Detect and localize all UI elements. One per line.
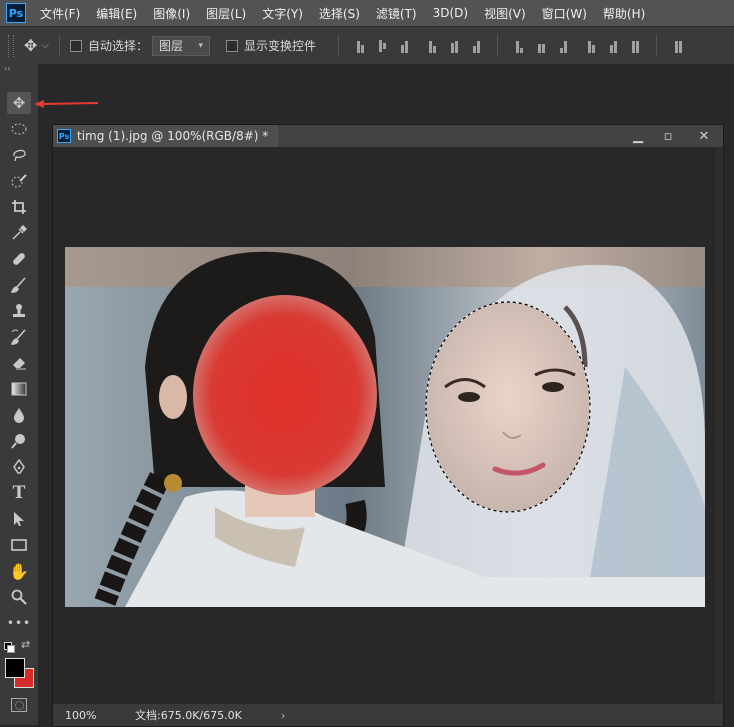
align-right-icon[interactable] xyxy=(469,39,483,53)
tools-panel: ›› ✥ T ✋ ••• ⇄ xyxy=(0,64,39,725)
move-tool-preset-icon[interactable]: ✥ xyxy=(24,36,37,55)
divider xyxy=(338,34,340,57)
canvas-image[interactable] xyxy=(65,247,705,607)
auto-select-value: 图层 xyxy=(159,39,184,53)
elliptical-marquee-tool-icon[interactable] xyxy=(7,118,31,140)
align-top-icon[interactable] xyxy=(353,39,367,53)
hand-tool-icon[interactable]: ✋ xyxy=(7,560,31,582)
foreground-color-swatch[interactable] xyxy=(5,658,25,678)
align-hcenter-icon[interactable] xyxy=(447,39,461,53)
quick-selection-tool-icon[interactable] xyxy=(7,170,31,192)
status-bar: 100% 文档:675.0K/675.0K › xyxy=(53,704,723,726)
zoom-tool-icon[interactable] xyxy=(7,586,31,608)
eraser-tool-icon[interactable] xyxy=(7,352,31,374)
rectangle-tool-icon[interactable] xyxy=(7,534,31,556)
menu-bar: Ps 文件(F) 编辑(E) 图像(I) 图层(L) 文字(Y) 选择(S) 滤… xyxy=(0,0,734,26)
eyedropper-tool-icon[interactable] xyxy=(7,222,31,244)
menu-select[interactable]: 选择(S) xyxy=(319,5,360,22)
menu-type[interactable]: 文字(Y) xyxy=(262,5,303,22)
options-bar: ✥ ⌵ 自动选择： 图层 ▾ 显示变换控件 xyxy=(0,27,734,65)
blur-tool-icon[interactable] xyxy=(7,404,31,426)
distribute-right-icon[interactable] xyxy=(628,39,642,53)
options-bar-grip[interactable] xyxy=(8,34,14,57)
menu-layer[interactable]: 图层(L) xyxy=(206,5,246,22)
type-tool-icon[interactable]: T xyxy=(7,482,31,504)
more-tools-icon[interactable]: ••• xyxy=(7,612,31,634)
path-selection-tool-icon[interactable] xyxy=(7,508,31,530)
status-menu-arrow-icon[interactable]: › xyxy=(281,709,285,722)
divider xyxy=(497,34,499,57)
healing-brush-tool-icon[interactable] xyxy=(7,248,31,270)
quick-mask-icon[interactable] xyxy=(11,698,27,712)
menu-image[interactable]: 图像(I) xyxy=(153,5,190,22)
divider xyxy=(656,34,658,57)
annotation-arrow xyxy=(34,100,99,108)
document-tab-title: timg (1).jpg @ 100%(RGB/8#) * xyxy=(77,129,269,143)
vertical-scrollbar[interactable] xyxy=(715,147,723,702)
distribute-left-icon[interactable] xyxy=(584,39,598,53)
swap-colors-icon[interactable]: ⇄ xyxy=(21,638,30,651)
menu-window[interactable]: 窗口(W) xyxy=(542,5,587,22)
auto-select-dropdown[interactable]: 图层 ▾ xyxy=(152,35,211,56)
distribute-bottom-icon[interactable] xyxy=(556,39,570,53)
menu-edit[interactable]: 编辑(E) xyxy=(96,5,137,22)
distribute-hcenter-icon[interactable] xyxy=(606,39,620,53)
lasso-tool-icon[interactable] xyxy=(7,144,31,166)
pen-tool-icon[interactable] xyxy=(7,456,31,478)
align-bottom-icon[interactable] xyxy=(397,39,411,53)
menu-file[interactable]: 文件(F) xyxy=(40,5,80,22)
menu-3d[interactable]: 3D(D) xyxy=(433,6,468,20)
photoshop-logo[interactable]: Ps xyxy=(6,3,26,23)
auto-align-icon[interactable] xyxy=(671,39,685,53)
dodge-tool-icon[interactable] xyxy=(7,430,31,452)
distribute-vcenter-icon[interactable] xyxy=(534,39,548,53)
move-tool-icon[interactable]: ✥ xyxy=(7,92,31,114)
chevron-down-icon: ▾ xyxy=(198,40,204,51)
show-transform-checkbox[interactable] xyxy=(226,39,239,52)
distribute-top-icon[interactable] xyxy=(512,39,526,53)
chevron-down-icon[interactable]: ⌵ xyxy=(41,40,49,51)
default-colors-icon[interactable] xyxy=(4,642,15,653)
align-left-icon[interactable] xyxy=(425,39,439,53)
gradient-tool-icon[interactable] xyxy=(7,378,31,400)
auto-select-label: 自动选择： xyxy=(88,39,149,53)
crop-tool-icon[interactable] xyxy=(7,196,31,218)
menu-filter[interactable]: 滤镜(T) xyxy=(376,5,417,22)
panel-collapse-icon[interactable]: ›› xyxy=(4,64,10,73)
minimize-button[interactable]: ▁ xyxy=(623,125,653,147)
show-transform-label: 显示变换控件 xyxy=(244,39,317,53)
history-brush-tool-icon[interactable] xyxy=(7,326,31,348)
document-title-bar[interactable]: Ps timg (1).jpg @ 100%(RGB/8#) * ▁ ▫ ✕ xyxy=(53,125,723,147)
brush-tool-icon[interactable] xyxy=(7,274,31,296)
menu-help[interactable]: 帮助(H) xyxy=(603,5,645,22)
menu-view[interactable]: 视图(V) xyxy=(484,5,526,22)
document-window: Ps timg (1).jpg @ 100%(RGB/8#) * ▁ ▫ ✕ 1… xyxy=(52,124,724,727)
close-button[interactable]: ✕ xyxy=(689,125,719,147)
auto-select-checkbox[interactable] xyxy=(70,39,82,52)
divider xyxy=(59,34,60,57)
document-tab[interactable]: Ps timg (1).jpg @ 100%(RGB/8#) * xyxy=(53,125,279,147)
document-size-info: 文档:675.0K/675.0K xyxy=(135,709,242,722)
zoom-level[interactable]: 100% xyxy=(53,709,105,722)
document-icon: Ps xyxy=(57,129,71,143)
clone-stamp-tool-icon[interactable] xyxy=(7,300,31,322)
maximize-button[interactable]: ▫ xyxy=(653,125,683,147)
align-vcenter-icon[interactable] xyxy=(375,39,389,53)
